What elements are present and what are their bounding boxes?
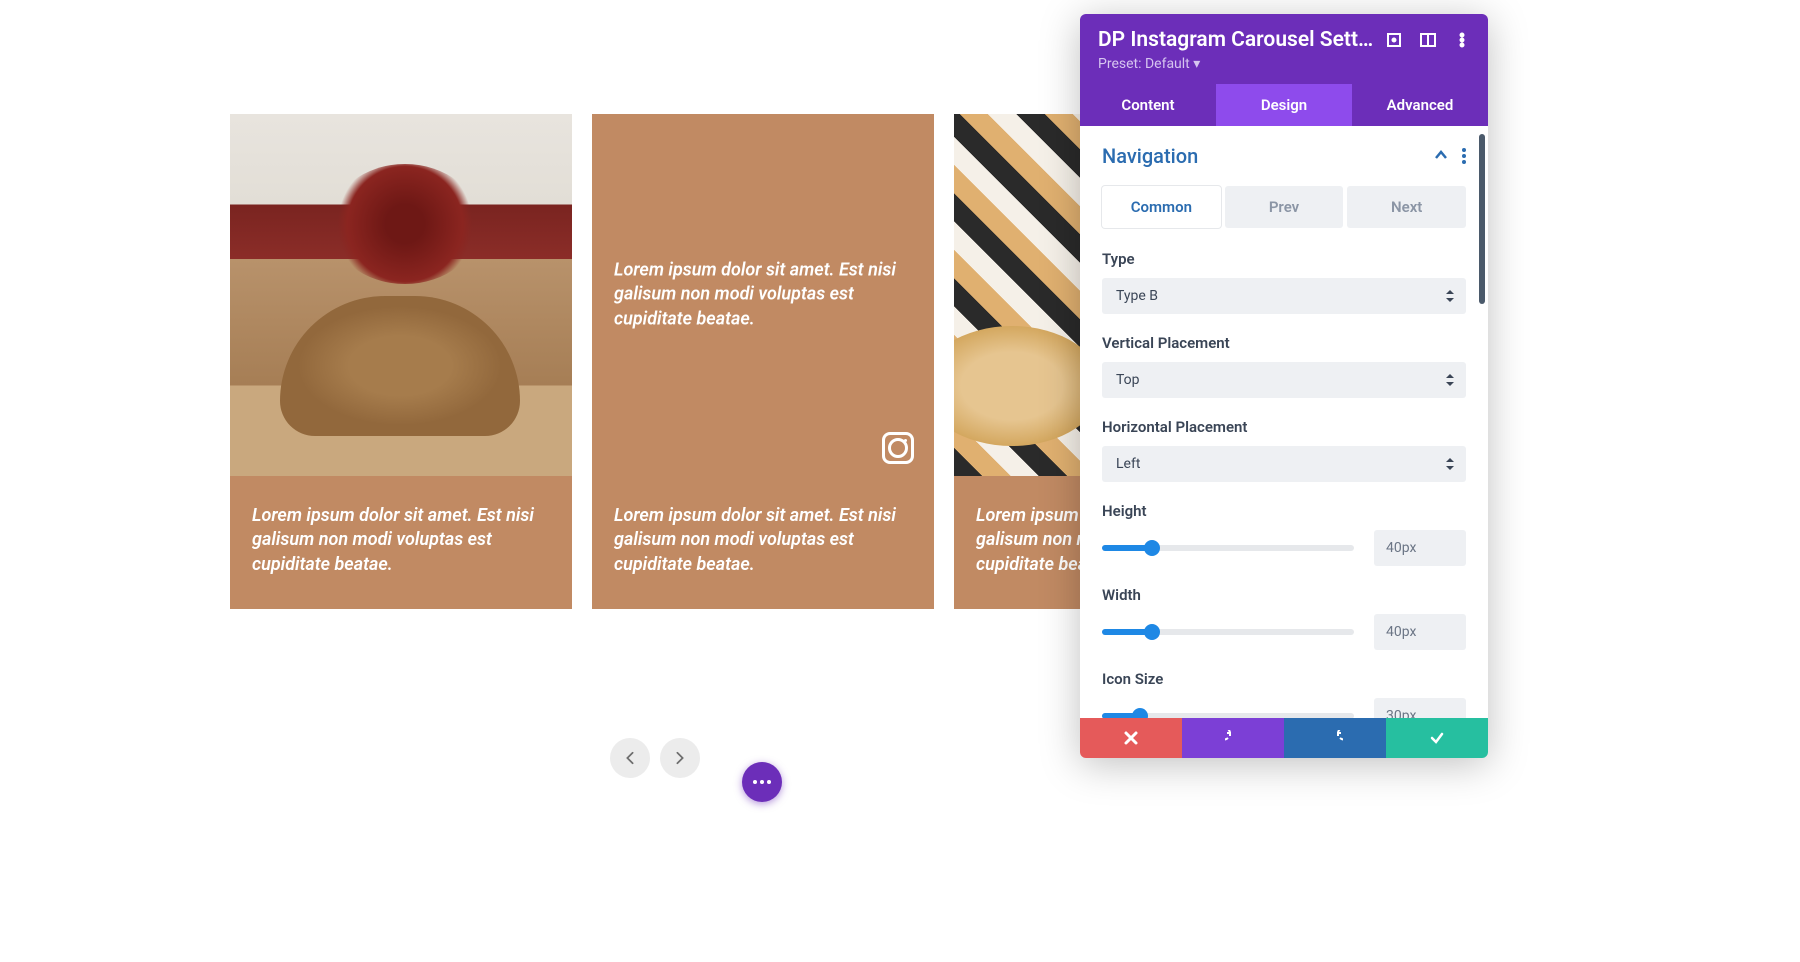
select-value: Left	[1116, 456, 1140, 472]
redo-button[interactable]	[1284, 718, 1386, 758]
carousel-prev-button[interactable]	[610, 738, 650, 778]
close-icon	[1123, 730, 1139, 746]
field-label: Width	[1102, 586, 1466, 604]
kebab-menu-icon[interactable]	[1462, 154, 1466, 158]
field-horizontal-placement: Horizontal Placement Left	[1102, 418, 1466, 482]
chevron-left-icon	[625, 751, 635, 765]
panel-header: DP Instagram Carousel Setti… Preset: Def…	[1080, 14, 1488, 84]
subtab-prev[interactable]: Prev	[1225, 186, 1344, 228]
width-slider[interactable]	[1102, 629, 1354, 635]
field-label: Height	[1102, 502, 1466, 520]
undo-button[interactable]	[1182, 718, 1284, 758]
expand-icon[interactable]	[1386, 32, 1402, 48]
field-label: Type	[1102, 250, 1466, 268]
tab-design[interactable]: Design	[1216, 84, 1352, 126]
width-value-input[interactable]: 40px	[1374, 614, 1466, 650]
card-caption: Lorem ipsum dolor sit amet. Est nisi gal…	[230, 476, 572, 609]
dots-horizontal-icon	[760, 780, 764, 784]
carousel-next-button[interactable]	[660, 738, 700, 778]
confirm-button[interactable]	[1386, 718, 1488, 758]
card-overlay-text: Lorem ipsum dolor sit amet. Est nisi gal…	[614, 259, 912, 332]
icon-size-value-input[interactable]: 30px	[1374, 698, 1466, 718]
field-width: Width 40px	[1102, 586, 1466, 650]
height-slider[interactable]	[1102, 545, 1354, 551]
redo-icon	[1327, 730, 1343, 746]
carousel: Lorem ipsum dolor sit amet. Est nisi gal…	[230, 114, 1080, 609]
horizontal-placement-select[interactable]: Left	[1102, 446, 1466, 482]
field-label: Horizontal Placement	[1102, 418, 1466, 436]
subtab-next[interactable]: Next	[1347, 186, 1466, 228]
tab-content[interactable]: Content	[1080, 84, 1216, 126]
height-value-input[interactable]: 40px	[1374, 530, 1466, 566]
undo-icon	[1225, 730, 1241, 746]
select-value: Top	[1116, 372, 1140, 388]
card-caption: Lorem ipsum dolor sit amet. Est nisi gal…	[592, 476, 934, 609]
section-title: Navigation	[1102, 144, 1198, 168]
icon-size-slider[interactable]	[1102, 713, 1354, 718]
panel-body: Navigation Common Prev Next Type Type B …	[1080, 126, 1488, 718]
section-header[interactable]: Navigation	[1102, 144, 1466, 168]
carousel-card[interactable]: Lorem ipsum dolor sit amet. Est nisi gal…	[592, 114, 934, 609]
cancel-button[interactable]	[1080, 718, 1182, 758]
select-value: Type B	[1116, 288, 1158, 304]
instagram-icon	[882, 432, 914, 464]
navigation-subtabs: Common Prev Next	[1102, 186, 1466, 228]
field-type: Type Type B	[1102, 250, 1466, 314]
check-icon	[1429, 730, 1445, 746]
field-vertical-placement: Vertical Placement Top	[1102, 334, 1466, 398]
type-select[interactable]: Type B	[1102, 278, 1466, 314]
columns-icon[interactable]	[1420, 32, 1436, 48]
chevron-up-icon[interactable]	[1434, 147, 1448, 166]
card-caption: Lorem ipsum dolor sit amet. Est nisi gal…	[954, 476, 1082, 609]
carousel-card[interactable]: Lorem ipsum dolor sit amet. Est nisi gal…	[230, 114, 572, 609]
field-label: Icon Size	[1102, 670, 1466, 688]
chevron-right-icon	[675, 751, 685, 765]
sort-caret-icon	[1446, 458, 1454, 470]
card-image: Lorem ipsum dolor sit amet. Est nisi gal…	[592, 114, 934, 476]
slider-thumb[interactable]	[1132, 708, 1148, 718]
kebab-menu-icon[interactable]	[1454, 32, 1470, 48]
carousel-cards: Lorem ipsum dolor sit amet. Est nisi gal…	[230, 114, 1080, 609]
card-image	[230, 114, 572, 476]
carousel-nav	[610, 738, 700, 778]
carousel-card[interactable]: Lorem ipsum dolor sit amet. Est nisi gal…	[954, 114, 1082, 609]
panel-scrollbar[interactable]	[1479, 134, 1485, 304]
slider-thumb[interactable]	[1144, 624, 1160, 640]
sort-caret-icon	[1446, 290, 1454, 302]
vertical-placement-select[interactable]: Top	[1102, 362, 1466, 398]
card-image	[954, 114, 1082, 476]
panel-title: DP Instagram Carousel Setti…	[1098, 28, 1376, 52]
settings-panel: DP Instagram Carousel Setti… Preset: Def…	[1080, 14, 1488, 758]
tab-advanced[interactable]: Advanced	[1352, 84, 1488, 126]
field-height: Height 40px	[1102, 502, 1466, 566]
field-icon-size: Icon Size 30px	[1102, 670, 1466, 718]
panel-preset[interactable]: Preset: Default ▾	[1098, 56, 1376, 72]
field-label: Vertical Placement	[1102, 334, 1466, 352]
floating-actions-button[interactable]	[742, 762, 782, 802]
slider-thumb[interactable]	[1144, 540, 1160, 556]
panel-footer	[1080, 718, 1488, 758]
sort-caret-icon	[1446, 374, 1454, 386]
subtab-common[interactable]: Common	[1102, 186, 1221, 228]
panel-tabs: Content Design Advanced	[1080, 84, 1488, 126]
